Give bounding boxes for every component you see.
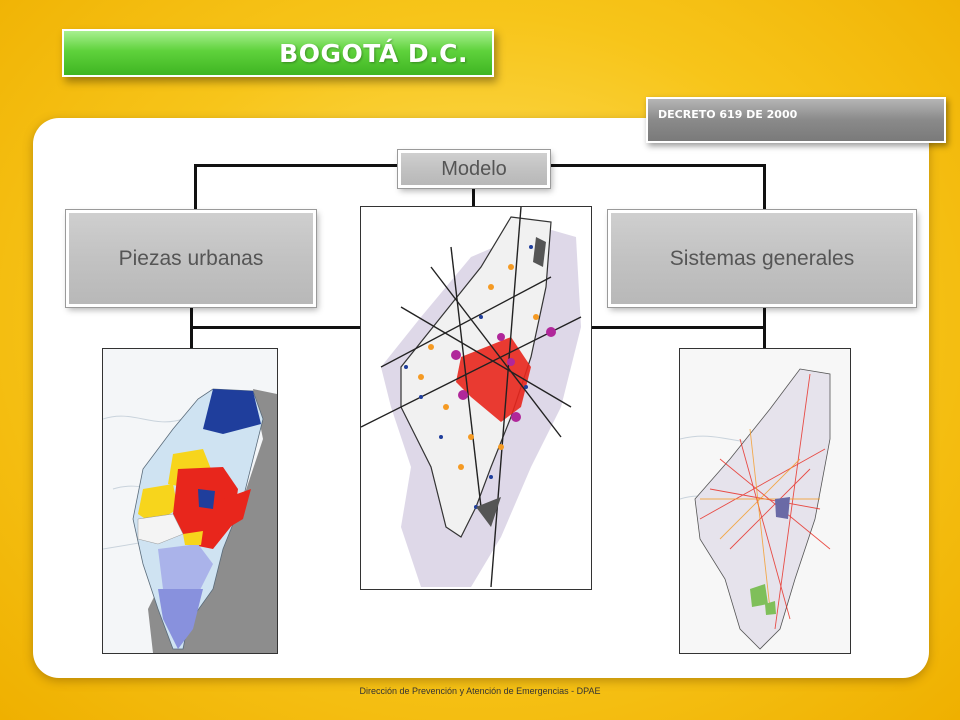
title-banner: BOGOTÁ D.C. (62, 29, 494, 77)
connector-left-map (190, 307, 193, 348)
piezas-urbanas-map-image (103, 349, 277, 653)
sistemas-generales-label: Sistemas generales (669, 246, 855, 270)
sistemas-generales-map-image (680, 349, 850, 653)
modelo-label: Modelo (441, 157, 507, 180)
decree-label: DECRETO 619 DE 2000 (658, 108, 798, 121)
piezas-urbanas-label: Piezas urbanas (118, 246, 264, 270)
piezas-urbanas-box: Piezas urbanas (66, 210, 316, 307)
piezas-urbanas-map (102, 348, 278, 654)
modelo-box: Modelo (398, 150, 550, 188)
connector-left-down (194, 164, 197, 210)
page-title: BOGOTÁ D.C. (279, 39, 468, 68)
connector-right-map (763, 307, 766, 348)
footer-text: Dirección de Prevención y Atención de Em… (359, 686, 601, 696)
decree-banner: DECRETO 619 DE 2000 (646, 97, 946, 143)
modelo-map-image (361, 207, 591, 589)
sistemas-generales-map (679, 348, 851, 654)
sistemas-generales-box: Sistemas generales (608, 210, 916, 307)
connector-right-down (763, 164, 766, 210)
connector-center-down (472, 188, 475, 208)
modelo-map (360, 206, 592, 590)
